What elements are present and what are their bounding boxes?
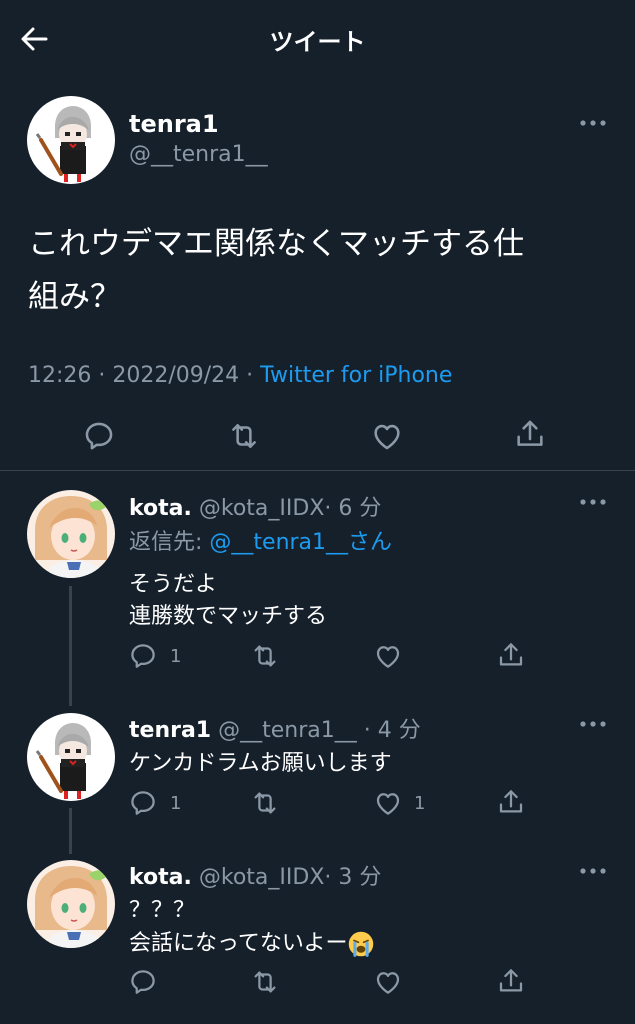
reply-count: 1 — [170, 793, 182, 814]
share-icon[interactable] — [496, 966, 526, 996]
share-icon[interactable] — [513, 417, 547, 451]
reply-icon[interactable] — [128, 788, 158, 818]
reply-header: kota. @kota_IIDX· 3 分 — [129, 859, 381, 891]
author-name[interactable]: kota. — [129, 496, 192, 521]
like-icon[interactable] — [373, 967, 403, 997]
more-options-icon[interactable] — [578, 866, 608, 876]
reply-text-line: そうだよ — [129, 572, 218, 597]
divider — [0, 470, 635, 471]
reply-to-suffix: さん — [348, 530, 393, 555]
avatar[interactable] — [27, 860, 115, 948]
reply-timestamp[interactable]: · 6 分 — [324, 496, 381, 521]
reply-text-line: ？？？ — [129, 898, 196, 923]
retweet-icon[interactable] — [249, 967, 281, 997]
author-handle[interactable]: @__tenra1__ — [218, 718, 357, 743]
like-icon[interactable] — [373, 641, 403, 671]
reply-timestamp[interactable]: · 4 分 — [364, 718, 421, 743]
more-options-icon[interactable] — [578, 719, 608, 729]
tweet-text-line: これウデマエ関係なくマッチする仕 — [28, 226, 524, 262]
reply-text-line: 会話になってないよー — [129, 925, 375, 958]
tweet-text-line: 組み？ — [28, 279, 121, 315]
retweet-icon[interactable] — [249, 641, 281, 671]
reply-to-prefix: 返信先: — [129, 530, 210, 555]
thread-connector — [69, 808, 72, 854]
share-icon[interactable] — [496, 640, 526, 670]
author-handle[interactable]: @kota_IIDX — [199, 496, 325, 521]
more-options-icon[interactable] — [578, 118, 608, 128]
reply-icon[interactable] — [128, 641, 158, 671]
reply-icon[interactable] — [82, 419, 116, 453]
avatar[interactable] — [27, 96, 115, 184]
loudly-crying-face-icon — [347, 930, 375, 958]
reply-header: kota. @kota_IIDX· 6 分 — [129, 490, 381, 522]
reply-icon[interactable] — [128, 967, 158, 997]
reply-text: 会話になってないよー — [129, 931, 348, 956]
author-name[interactable]: tenra1 — [129, 718, 211, 743]
reply-timestamp[interactable]: · 3 分 — [324, 865, 381, 890]
reply-header: tenra1 @__tenra1__ · 4 分 — [129, 712, 421, 744]
top-bar: ツイート — [0, 0, 635, 76]
tweet-metadata: 12:26 · 2022/09/24 · Twitter for iPhone — [28, 363, 452, 388]
thread-connector — [69, 586, 72, 706]
author-handle[interactable]: @__tenra1__ — [129, 142, 268, 167]
tweet-text: これウデマエ関係なくマッチする仕 組み？ — [28, 218, 608, 324]
retweet-icon[interactable] — [249, 788, 281, 818]
like-icon[interactable] — [370, 419, 404, 453]
reply-text-line: 連勝数でマッチする — [129, 604, 328, 629]
page-title: ツイート — [269, 28, 366, 56]
author-handle[interactable]: @kota_IIDX — [199, 865, 325, 890]
reply-to: 返信先: @__tenra1__さん — [129, 524, 392, 556]
reply-count: 1 — [170, 646, 182, 667]
avatar[interactable] — [27, 490, 115, 578]
author-name[interactable]: kota. — [129, 865, 192, 890]
avatar[interactable] — [27, 713, 115, 801]
share-icon[interactable] — [496, 787, 526, 817]
reply-to-mention[interactable]: @__tenra1__ — [209, 530, 348, 555]
retweet-icon[interactable] — [226, 419, 262, 453]
reply-text-line: ケンカドラムお願いします — [129, 751, 392, 776]
tweet-source[interactable]: Twitter for iPhone — [260, 363, 452, 388]
like-icon[interactable] — [373, 788, 403, 818]
author-name[interactable]: tenra1 — [129, 110, 219, 138]
more-options-icon[interactable] — [578, 497, 608, 507]
tweet-timestamp[interactable]: 12:26 · 2022/09/24 · — [28, 363, 260, 388]
like-count: 1 — [414, 793, 426, 814]
